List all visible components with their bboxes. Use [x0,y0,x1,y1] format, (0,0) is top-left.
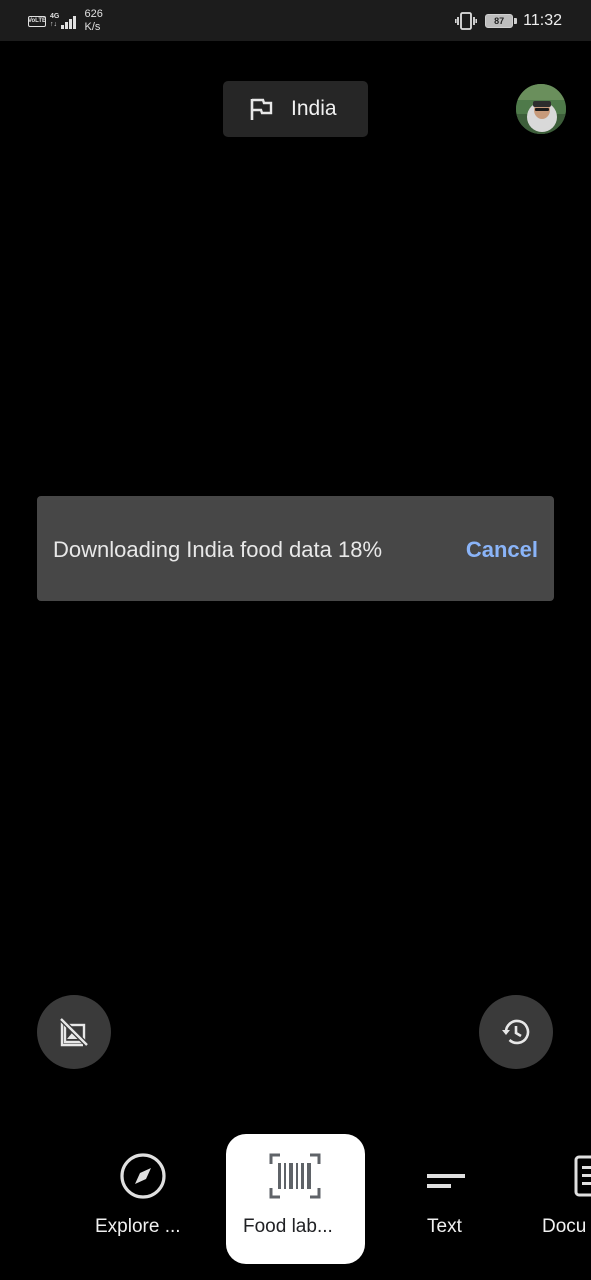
tab-explore[interactable]: Explore ... [84,1134,202,1264]
battery-level: 87 [494,15,505,26]
country-selector-button[interactable]: India [223,81,368,137]
cancel-button[interactable]: Cancel [466,536,538,564]
status-bar: VoLTE 4G ↑↓ 626 K/s 87 11:32 [0,0,591,41]
vibrate-icon [455,12,478,30]
speed-unit: K/s [84,21,101,33]
status-time: 11:32 [523,12,562,29]
tab-food-text: Food lab... [243,1216,333,1237]
tab-food-label[interactable]: Food lab... [226,1134,365,1264]
status-bar-left: VoLTE 4G ↑↓ 626 K/s [28,8,103,34]
battery-icon: 87 [485,14,518,28]
tab-documents[interactable]: Docu [530,1134,591,1264]
no-gallery-icon [59,1017,89,1047]
signal-icon [61,14,76,29]
network-type: 4G ↑↓ [50,13,60,29]
mode-tabs: Explore ... Food lab... Text Docu [0,1134,591,1266]
volte-icon: VoLTE [28,15,46,27]
barcode-icon [269,1153,321,1199]
tab-text[interactable]: Text [398,1134,494,1264]
flag-icon [250,98,273,120]
tab-explore-label: Explore ... [95,1216,181,1237]
network-speed: 626 K/s [85,8,103,34]
country-label: India [291,97,337,120]
network-gen-label: 4G [50,13,60,20]
gallery-button[interactable] [37,995,111,1069]
account-avatar[interactable] [516,84,566,134]
avatar-image [516,84,566,134]
download-snackbar: Downloading India food data 18% Cancel [37,496,554,601]
snackbar-message: Downloading India food data 18% [53,537,383,562]
document-icon [574,1155,591,1197]
tab-text-label: Text [427,1216,462,1237]
history-icon [502,1019,530,1045]
speed-value: 626 [84,8,103,20]
status-bar-right: 87 11:32 [455,8,562,34]
compass-icon [120,1153,166,1199]
tab-documents-label: Docu [542,1216,587,1237]
text-lines-icon [427,1174,465,1188]
network-activity-label: ↑↓ [50,21,57,28]
history-button[interactable] [479,995,553,1069]
